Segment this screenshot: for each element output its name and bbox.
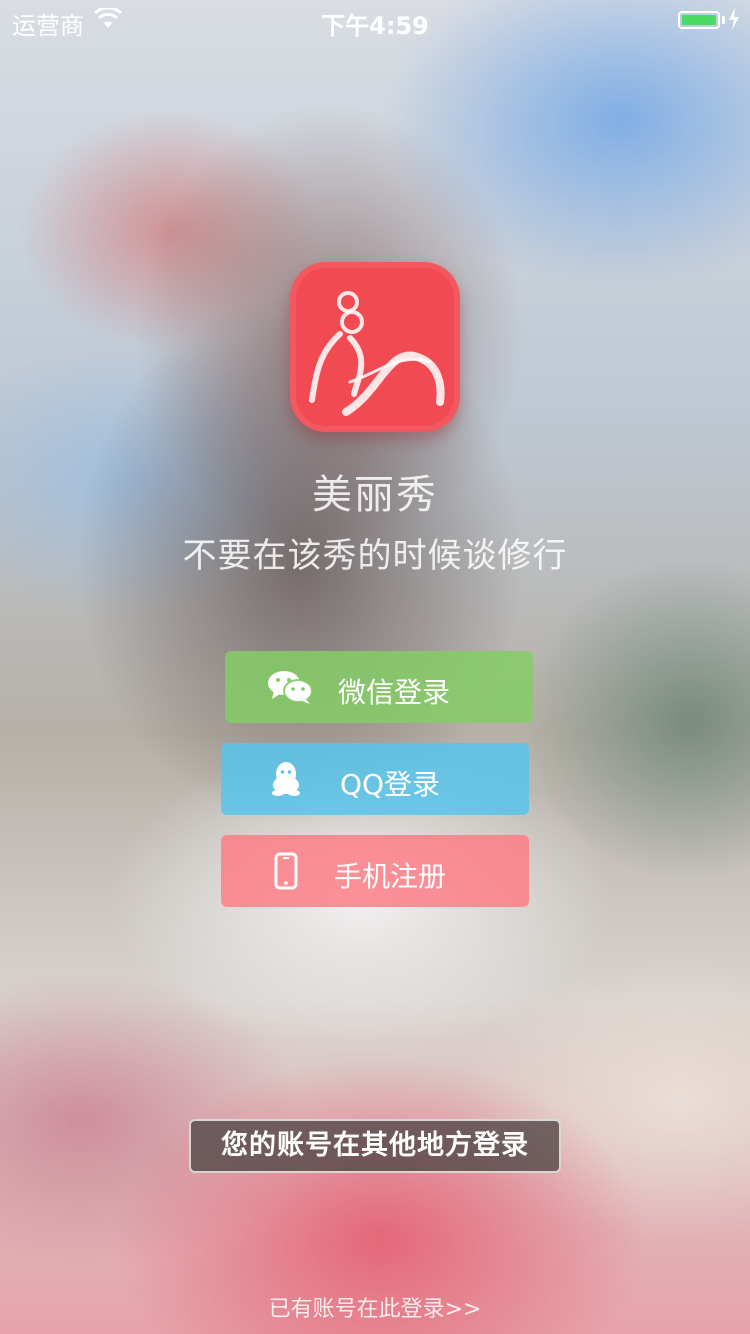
battery-icon: [678, 11, 720, 29]
qq-login-label: QQ登录: [339, 768, 441, 801]
phone-register-button[interactable]: 手机注册: [221, 835, 529, 907]
phone-register-label: 手机注册: [333, 860, 446, 893]
battery-nub: [722, 16, 725, 24]
clock: 下午4:59: [321, 12, 429, 40]
meilixiu-logo-icon: [309, 291, 445, 416]
existing-account-login-link[interactable]: 已有账号在此登录>>: [0, 1291, 750, 1323]
app-name: 美丽秀: [312, 472, 438, 518]
app-logo-icon: [290, 262, 460, 432]
battery-level-fill: [682, 15, 716, 25]
wechat-login-label: 微信登录: [337, 676, 450, 709]
qq-login-button[interactable]: QQ登录: [221, 743, 529, 815]
app-slogan: 不要在该秀的时候谈修行: [182, 536, 568, 576]
account-conflict-toast: 您的账号在其他地方登录: [189, 1119, 561, 1173]
status-bar: 运营商 下午4:59: [0, 0, 750, 40]
charging-bolt-icon: [729, 8, 739, 30]
wechat-login-button[interactable]: 微信登录: [225, 651, 533, 723]
